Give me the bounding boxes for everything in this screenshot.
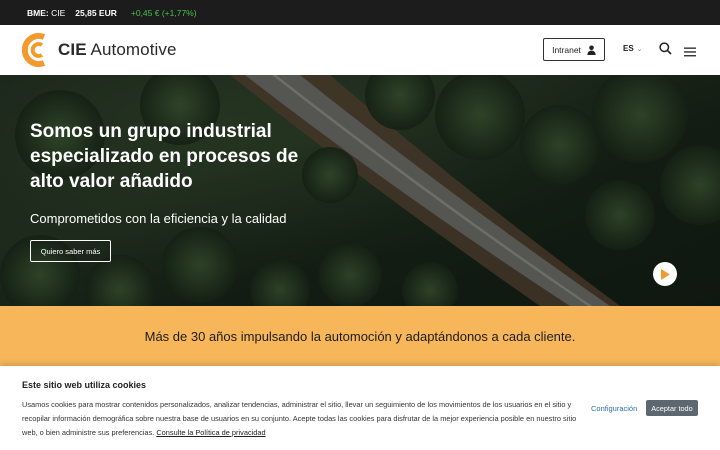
cookie-body-text: Usamos cookies para mostrar contenidos p… [22, 400, 577, 437]
ticker-price: 25,85 EUR [75, 7, 117, 18]
privacy-policy-link[interactable]: Consulte la Política de privacidad [156, 428, 265, 437]
menu-button[interactable] [684, 44, 696, 62]
logo-text: CIE Automotive [58, 40, 177, 59]
tagline-text: Más de 30 años impulsando la automoción … [144, 328, 576, 344]
cie-logo-icon [22, 33, 46, 67]
hero-subtitle: Comprometidos con la eficiencia y la cal… [30, 211, 287, 226]
hero-section: Somos un grupo industrial especializado … [0, 75, 720, 306]
cookie-title: Este sitio web utiliza cookies [22, 380, 147, 390]
language-selector[interactable]: ES ⌄ [623, 44, 643, 53]
play-video-button[interactable] [653, 262, 677, 286]
stock-ticker: BME: CIE 25,85 EUR +0,45 € (+1,77%) [0, 0, 720, 25]
intranet-button[interactable]: Intranet [543, 38, 605, 61]
hamburger-menu-icon [684, 47, 696, 57]
accept-all-button[interactable]: Aceptar todo [646, 400, 698, 416]
search-button[interactable] [659, 42, 672, 60]
intranet-label: Intranet [552, 44, 581, 55]
search-icon [659, 42, 672, 55]
language-label: ES [623, 44, 634, 53]
cookie-settings-link[interactable]: Configuración [591, 404, 637, 413]
cookie-banner: Este sitio web utiliza cookies Usamos co… [0, 366, 720, 450]
chevron-down-icon: ⌄ [636, 45, 643, 53]
hero-title: Somos un grupo industrial especializado … [30, 121, 299, 192]
ticker-symbol: BME: CIE [27, 7, 66, 18]
user-icon [587, 45, 596, 55]
learn-more-button[interactable]: Quiero saber más [30, 240, 111, 262]
site-logo[interactable]: CIE Automotive [22, 33, 177, 67]
play-icon [661, 268, 670, 280]
cookie-text: Usamos cookies para mostrar contenidos p… [22, 398, 582, 440]
site-header: CIE Automotive Intranet ES ⌄ [0, 25, 720, 75]
tagline-band: Más de 30 años impulsando la automoción … [0, 306, 720, 372]
ticker-change: +0,45 € (+1,77%) [130, 7, 197, 18]
